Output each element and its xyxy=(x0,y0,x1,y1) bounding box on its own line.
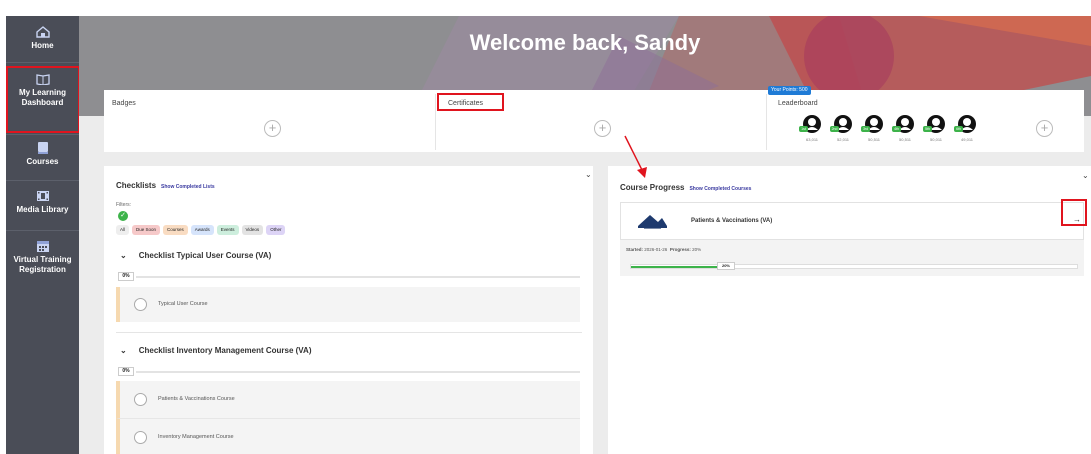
filters-label: Filters: xyxy=(116,202,131,208)
chevron-down-icon[interactable]: ⌄ xyxy=(1082,171,1089,180)
filter-all[interactable]: All xyxy=(116,224,130,235)
sidebar-item-label: Home xyxy=(31,41,54,50)
progress-track xyxy=(136,276,580,278)
checklist-progress: 0% xyxy=(118,272,580,281)
leaderboard-score: 52,011 xyxy=(837,137,849,142)
progress-percent: 0% xyxy=(118,272,134,281)
show-completed-lists-link[interactable]: Show Completed Lists xyxy=(161,184,215,190)
checklist-progress: 0% xyxy=(118,367,580,376)
progress-value: 20% xyxy=(692,247,702,252)
course-progress-card: Course Progress Show Completed Courses ⌄ … xyxy=(608,166,1091,454)
annotation-highlight-box xyxy=(437,93,504,111)
course-logo-icon xyxy=(638,215,667,229)
divider xyxy=(6,180,79,181)
list-item[interactable]: Inventory Management Course xyxy=(116,418,580,454)
points-badge: Your Points: 500 xyxy=(768,86,811,95)
progress-percent: 20% xyxy=(717,262,735,270)
add-leaderboard-button[interactable]: + xyxy=(1036,120,1053,137)
filter-pills: All Due Soon Courses Awards Events Videos Othe… xyxy=(116,221,288,239)
divider xyxy=(6,230,79,231)
annotation-highlight-box xyxy=(1061,199,1087,226)
divider xyxy=(6,134,79,135)
page-title: Welcome back, Sandy xyxy=(469,30,701,55)
leaderboard-score: 63,011 xyxy=(806,137,818,142)
filter-videos[interactable]: Videos xyxy=(241,224,264,235)
calendar-icon xyxy=(36,241,49,252)
list-item[interactable]: Patients & Vaccinations Course xyxy=(116,381,580,418)
sidebar-item-label: Virtual Training Registration xyxy=(13,255,72,274)
progress-bar-fill xyxy=(631,266,720,268)
sidebar-item-label: Media Library xyxy=(16,205,69,214)
filter-courses[interactable]: Courses xyxy=(163,224,188,235)
filter-other[interactable]: Other xyxy=(266,224,286,235)
progress-track xyxy=(136,371,580,373)
course-dates: Started: 2026-01-26 Progress: 20% xyxy=(626,247,701,252)
chevron-down-icon: ⌄ xyxy=(120,251,127,260)
leaderboard-score: 50,011 xyxy=(930,137,942,142)
add-certificate-button[interactable]: + xyxy=(594,120,611,137)
add-badge-button[interactable]: + xyxy=(264,120,281,137)
sidebar-item-courses[interactable]: Courses xyxy=(6,142,79,167)
list-item-label: Inventory Management Course xyxy=(158,434,234,440)
sidebar-item-virtual-training-registration[interactable]: Virtual Training Registration xyxy=(6,240,79,275)
list-item[interactable]: Typical User Course xyxy=(116,287,580,322)
progress-percent: 0% xyxy=(118,367,134,376)
leaderboard-score: 50,511 xyxy=(868,137,880,142)
divider xyxy=(116,332,582,333)
checkbox[interactable] xyxy=(134,393,147,406)
check-icon: ✓ xyxy=(118,211,128,221)
leaderboard-rank: 2nd xyxy=(830,126,839,132)
checklist-group-title: Checklist Typical User Course (VA) xyxy=(138,251,272,260)
annotation-highlight-box xyxy=(6,66,80,133)
filter-awards[interactable]: Awards xyxy=(190,224,214,235)
checkbox[interactable] xyxy=(134,298,147,311)
leaderboard-score: 50,511 xyxy=(899,137,911,142)
course-progress-title: Course Progress xyxy=(620,183,685,192)
divider xyxy=(766,94,767,150)
badges-label: Badges xyxy=(112,100,136,107)
course-name: Patients & Vaccinations (VA) xyxy=(691,218,773,224)
list-item-label: Typical User Course xyxy=(158,301,208,307)
home-icon xyxy=(35,26,50,38)
leaderboard-rank: 4th xyxy=(892,126,901,132)
leaderboard-rank: 6th xyxy=(954,126,963,132)
progress-label: Progress: xyxy=(669,247,691,252)
sidebar-item-media-library[interactable]: Media Library xyxy=(6,190,79,215)
filter-events[interactable]: Events xyxy=(216,224,239,235)
course-progress-details: Started: 2026-01-26 Progress: 20% 20% xyxy=(620,240,1084,276)
started-value: 2026-01-26 xyxy=(644,247,668,252)
started-label: Started: xyxy=(626,247,644,252)
leaderboard-label: Leaderboard xyxy=(778,100,818,107)
chevron-down-icon[interactable]: ⌄ xyxy=(585,170,592,179)
leaderboard-rank: 3rd xyxy=(861,126,870,132)
progress-bar xyxy=(630,264,1078,269)
show-completed-courses-link[interactable]: Show Completed Courses xyxy=(689,186,751,192)
film-icon xyxy=(36,191,49,201)
divider xyxy=(6,62,79,63)
course-row[interactable]: Patients & Vaccinations (VA) → xyxy=(620,202,1084,240)
chevron-down-icon: ⌄ xyxy=(120,346,127,355)
checklists-header: Checklists Show Completed Lists xyxy=(116,181,215,190)
course-progress-header: Course Progress Show Completed Courses xyxy=(620,183,751,192)
sidebar-item-home[interactable]: Home xyxy=(6,26,79,51)
divider xyxy=(435,94,436,150)
checklists-card: Checklists Show Completed Lists ⌄ Filters… xyxy=(104,166,593,454)
achievements-card: Badges + Certificates + Leaderboard 1st 6… xyxy=(104,90,1084,152)
list-item-label: Patients & Vaccinations Course xyxy=(158,396,235,402)
leaderboard-rank: 1st xyxy=(799,126,808,132)
checklist-group-header[interactable]: ⌄ Checklist Inventory Management Course (… xyxy=(120,346,311,355)
annotation-arrow xyxy=(624,135,647,178)
checkbox[interactable] xyxy=(134,431,147,444)
courses-icon xyxy=(37,142,48,154)
filter-due-soon[interactable]: Due Soon xyxy=(132,224,161,235)
leaderboard-rank: 5th xyxy=(923,126,932,132)
sidebar-item-label: Courses xyxy=(26,157,59,166)
leaderboard-score: 49,011 xyxy=(961,137,973,142)
checklists-title: Checklists xyxy=(116,181,157,190)
checklist-group-header[interactable]: ⌄ Checklist Typical User Course (VA) xyxy=(120,251,271,260)
app-frame: Home My Learning Dashboard Courses Media… xyxy=(0,0,1091,454)
checklist-group-title: Checklist Inventory Management Course (V… xyxy=(138,346,312,355)
